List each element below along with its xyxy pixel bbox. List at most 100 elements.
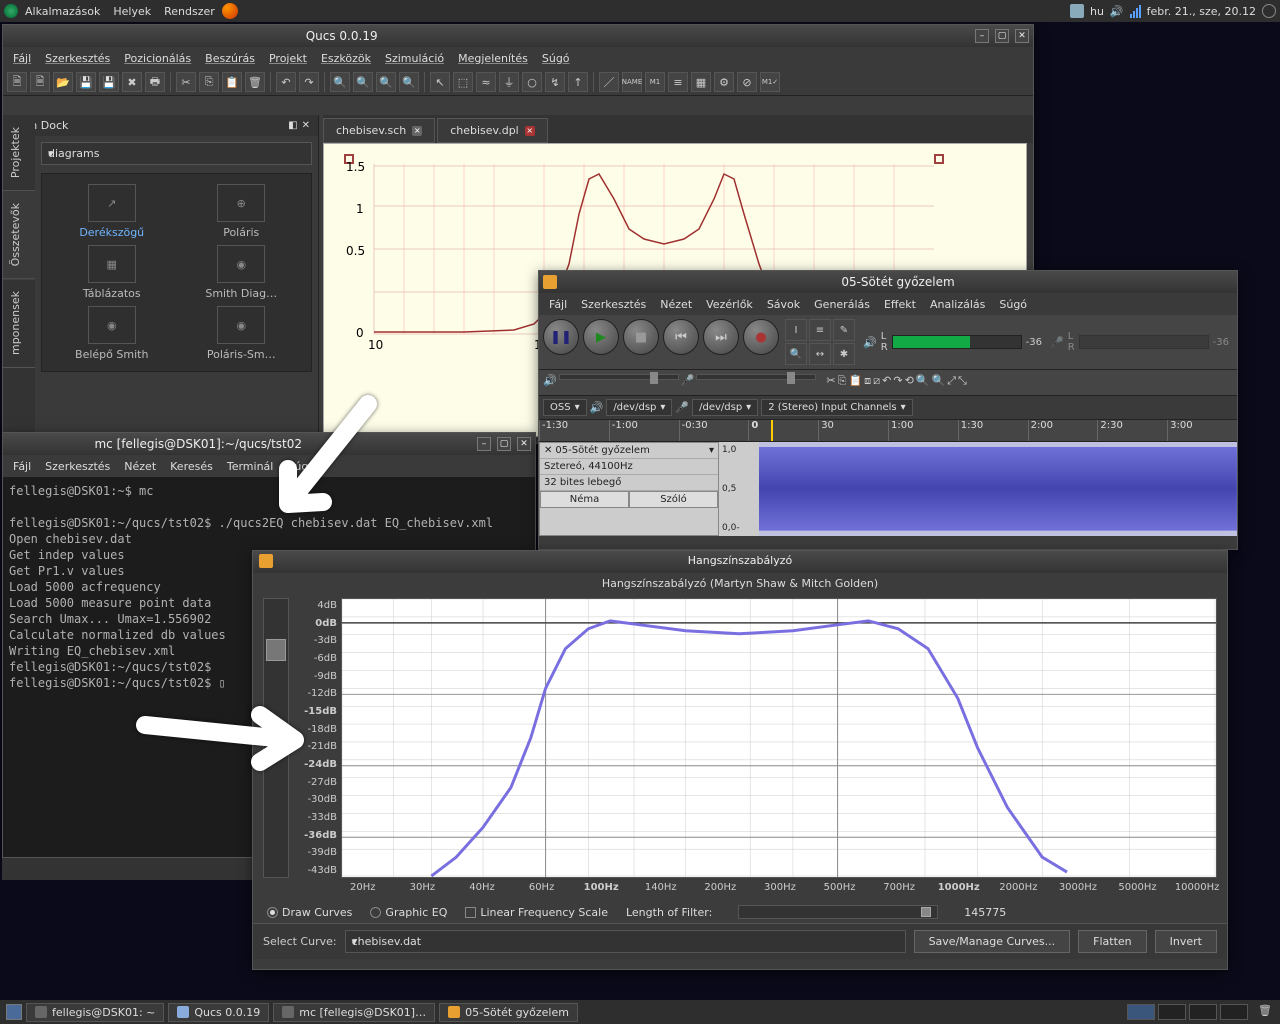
select-curve-combo[interactable]: chebisev.dat▾	[345, 930, 906, 953]
edit-silence-icon[interactable]: ⧄	[873, 374, 880, 391]
eq-vertical-slider[interactable]	[263, 598, 289, 878]
ground-icon[interactable]: ⏚	[499, 72, 519, 92]
workspace-1[interactable]	[1127, 1004, 1155, 1020]
menu-search[interactable]: Keresés	[164, 458, 219, 475]
solo-button[interactable]: Szóló	[629, 491, 718, 508]
waveform-view[interactable]	[759, 442, 1237, 536]
new-icon[interactable]: 🗎	[7, 72, 27, 92]
zoomout-icon[interactable]: 🔍	[353, 72, 373, 92]
trash-icon[interactable]: 🗑	[1258, 1004, 1274, 1020]
firefox-icon[interactable]	[222, 3, 238, 19]
grid-icon[interactable]: ▦	[691, 72, 711, 92]
redo-icon[interactable]: ↷	[299, 72, 319, 92]
menu-tracks[interactable]: Sávok	[761, 296, 806, 313]
dock-float-icon[interactable]: ◧	[288, 120, 297, 131]
task-audacity[interactable]: 05-Sötét győzelem	[439, 1003, 578, 1022]
diagram-admit-smith[interactable]: ◉Belépő Smith	[52, 306, 172, 361]
print-icon[interactable]: 🖶	[145, 72, 165, 92]
draw-tool[interactable]: ✎	[833, 319, 855, 341]
graphic-eq-radio[interactable]: Graphic EQ	[370, 906, 447, 919]
flatten-button[interactable]: Flatten	[1078, 930, 1147, 953]
diagram-tabular[interactable]: ▦Táblázatos	[52, 245, 172, 300]
save-icon[interactable]: 💾	[76, 72, 96, 92]
redo-icon[interactable]: ↷	[893, 374, 902, 391]
menu-effect[interactable]: Effekt	[878, 296, 922, 313]
channels-select[interactable]: 2 (Stereo) Input Channels ▾	[761, 399, 912, 416]
skip-start-button[interactable]: ⏮	[663, 319, 699, 355]
keyboard-layout[interactable]: hu	[1090, 5, 1104, 18]
panel-system[interactable]: Rendszer	[158, 3, 221, 20]
close-button[interactable]: ✕	[1015, 29, 1029, 43]
input-device-select[interactable]: /dev/dsp ▾	[692, 399, 758, 416]
workspace-3[interactable]	[1189, 1004, 1217, 1020]
track-close-icon[interactable]: ✕	[544, 445, 552, 456]
eq-plot[interactable]	[341, 598, 1217, 878]
tab-close-icon[interactable]: ×	[412, 126, 422, 136]
linear-freq-checkbox[interactable]: Linear Frequency Scale	[465, 906, 608, 919]
clock[interactable]: febr. 21., sze, 20.12	[1147, 5, 1256, 18]
speaker-slider-icon[interactable]: 🔊	[543, 374, 557, 391]
m1b-icon[interactable]: M1✓	[760, 72, 780, 92]
network-icon[interactable]	[1130, 4, 1141, 18]
menu-file[interactable]: Fájl	[7, 50, 37, 67]
copy-icon[interactable]: ⎘	[199, 72, 219, 92]
logout-icon[interactable]	[1262, 4, 1276, 18]
menu-edit[interactable]: Szerkesztés	[575, 296, 652, 313]
edit-cut-icon[interactable]: ✂	[826, 374, 835, 391]
zoomfit-icon[interactable]: ⤡	[958, 374, 967, 391]
workspace-4[interactable]	[1220, 1004, 1248, 1020]
menu-view[interactable]: Megjelenítés	[452, 50, 534, 67]
component-category-combo[interactable]: diagrams▾	[41, 142, 312, 165]
envelope-tool[interactable]: ≡	[809, 319, 831, 341]
slider-thumb[interactable]	[266, 639, 286, 661]
input-volume-slider[interactable]	[696, 374, 816, 380]
menu-help[interactable]: Súgó	[993, 296, 1033, 313]
slider-thumb[interactable]	[921, 907, 931, 917]
stop-button[interactable]: ■	[623, 319, 659, 355]
show-desktop-icon[interactable]	[6, 1004, 22, 1020]
panel-places[interactable]: Helyek	[107, 3, 157, 20]
vtab-mponents[interactable]: mponensek	[3, 279, 35, 368]
timeshift-tool[interactable]: ↔	[809, 343, 831, 365]
draw-curves-radio[interactable]: Draw Curves	[267, 906, 352, 919]
multi-tool[interactable]: ✱	[833, 343, 855, 365]
menu-insert[interactable]: Beszúrás	[199, 50, 261, 67]
tab-close-icon[interactable]: ×	[525, 126, 535, 136]
panel-applications[interactable]: Alkalmazások	[19, 3, 106, 20]
task-terminal[interactable]: fellegis@DSK01: ~	[26, 1003, 164, 1022]
qucs-titlebar[interactable]: Qucs 0.0.19 – ▢ ✕	[3, 25, 1033, 47]
skip-end-button[interactable]: ⏭	[703, 319, 739, 355]
saveall-icon[interactable]: 💾	[99, 72, 119, 92]
select-icon[interactable]: ↖	[430, 72, 450, 92]
eqn-icon[interactable]: ↯	[545, 72, 565, 92]
menu-analyze[interactable]: Analizálás	[924, 296, 991, 313]
cut-icon[interactable]: ✂	[176, 72, 196, 92]
workspace-2[interactable]	[1158, 1004, 1186, 1020]
diagram-smith[interactable]: ◉Smith Diag…	[182, 245, 302, 300]
update-icon[interactable]	[1070, 4, 1084, 18]
open-icon[interactable]: 📂	[53, 72, 73, 92]
edit-paste-icon[interactable]: 📋	[848, 374, 862, 391]
task-mc[interactable]: mc [fellegis@DSK01]…	[273, 1003, 435, 1022]
close-icon[interactable]: ✖	[122, 72, 142, 92]
mute-button[interactable]: Néma	[540, 491, 629, 508]
diagram-polar[interactable]: ⊕Poláris	[182, 184, 302, 239]
plot-handle[interactable]	[934, 154, 944, 164]
maximize-button[interactable]: ▢	[497, 437, 511, 451]
zoomout-icon[interactable]: 🔍	[932, 374, 946, 391]
vtab-components[interactable]: Összetevők	[3, 191, 35, 279]
zoomin-icon[interactable]: 🔍	[330, 72, 350, 92]
sim-icon[interactable]: ↑	[568, 72, 588, 92]
selection-tool[interactable]: I	[785, 319, 807, 341]
menu-file[interactable]: Fájl	[7, 458, 37, 475]
menu-project[interactable]: Projekt	[263, 50, 313, 67]
stop-sim-icon[interactable]: ⊘	[737, 72, 757, 92]
menu-edit[interactable]: Szerkesztés	[39, 50, 116, 67]
port-icon[interactable]: ○	[522, 72, 542, 92]
vtab-projects[interactable]: Projektek	[3, 115, 35, 191]
edit-copy-icon[interactable]: ⎘	[838, 374, 847, 391]
sync-icon[interactable]: ⟲	[905, 374, 914, 391]
menu-simulation[interactable]: Szimuláció	[379, 50, 450, 67]
menu-file[interactable]: Fájl	[543, 296, 573, 313]
delete-icon[interactable]: 🗑	[245, 72, 265, 92]
